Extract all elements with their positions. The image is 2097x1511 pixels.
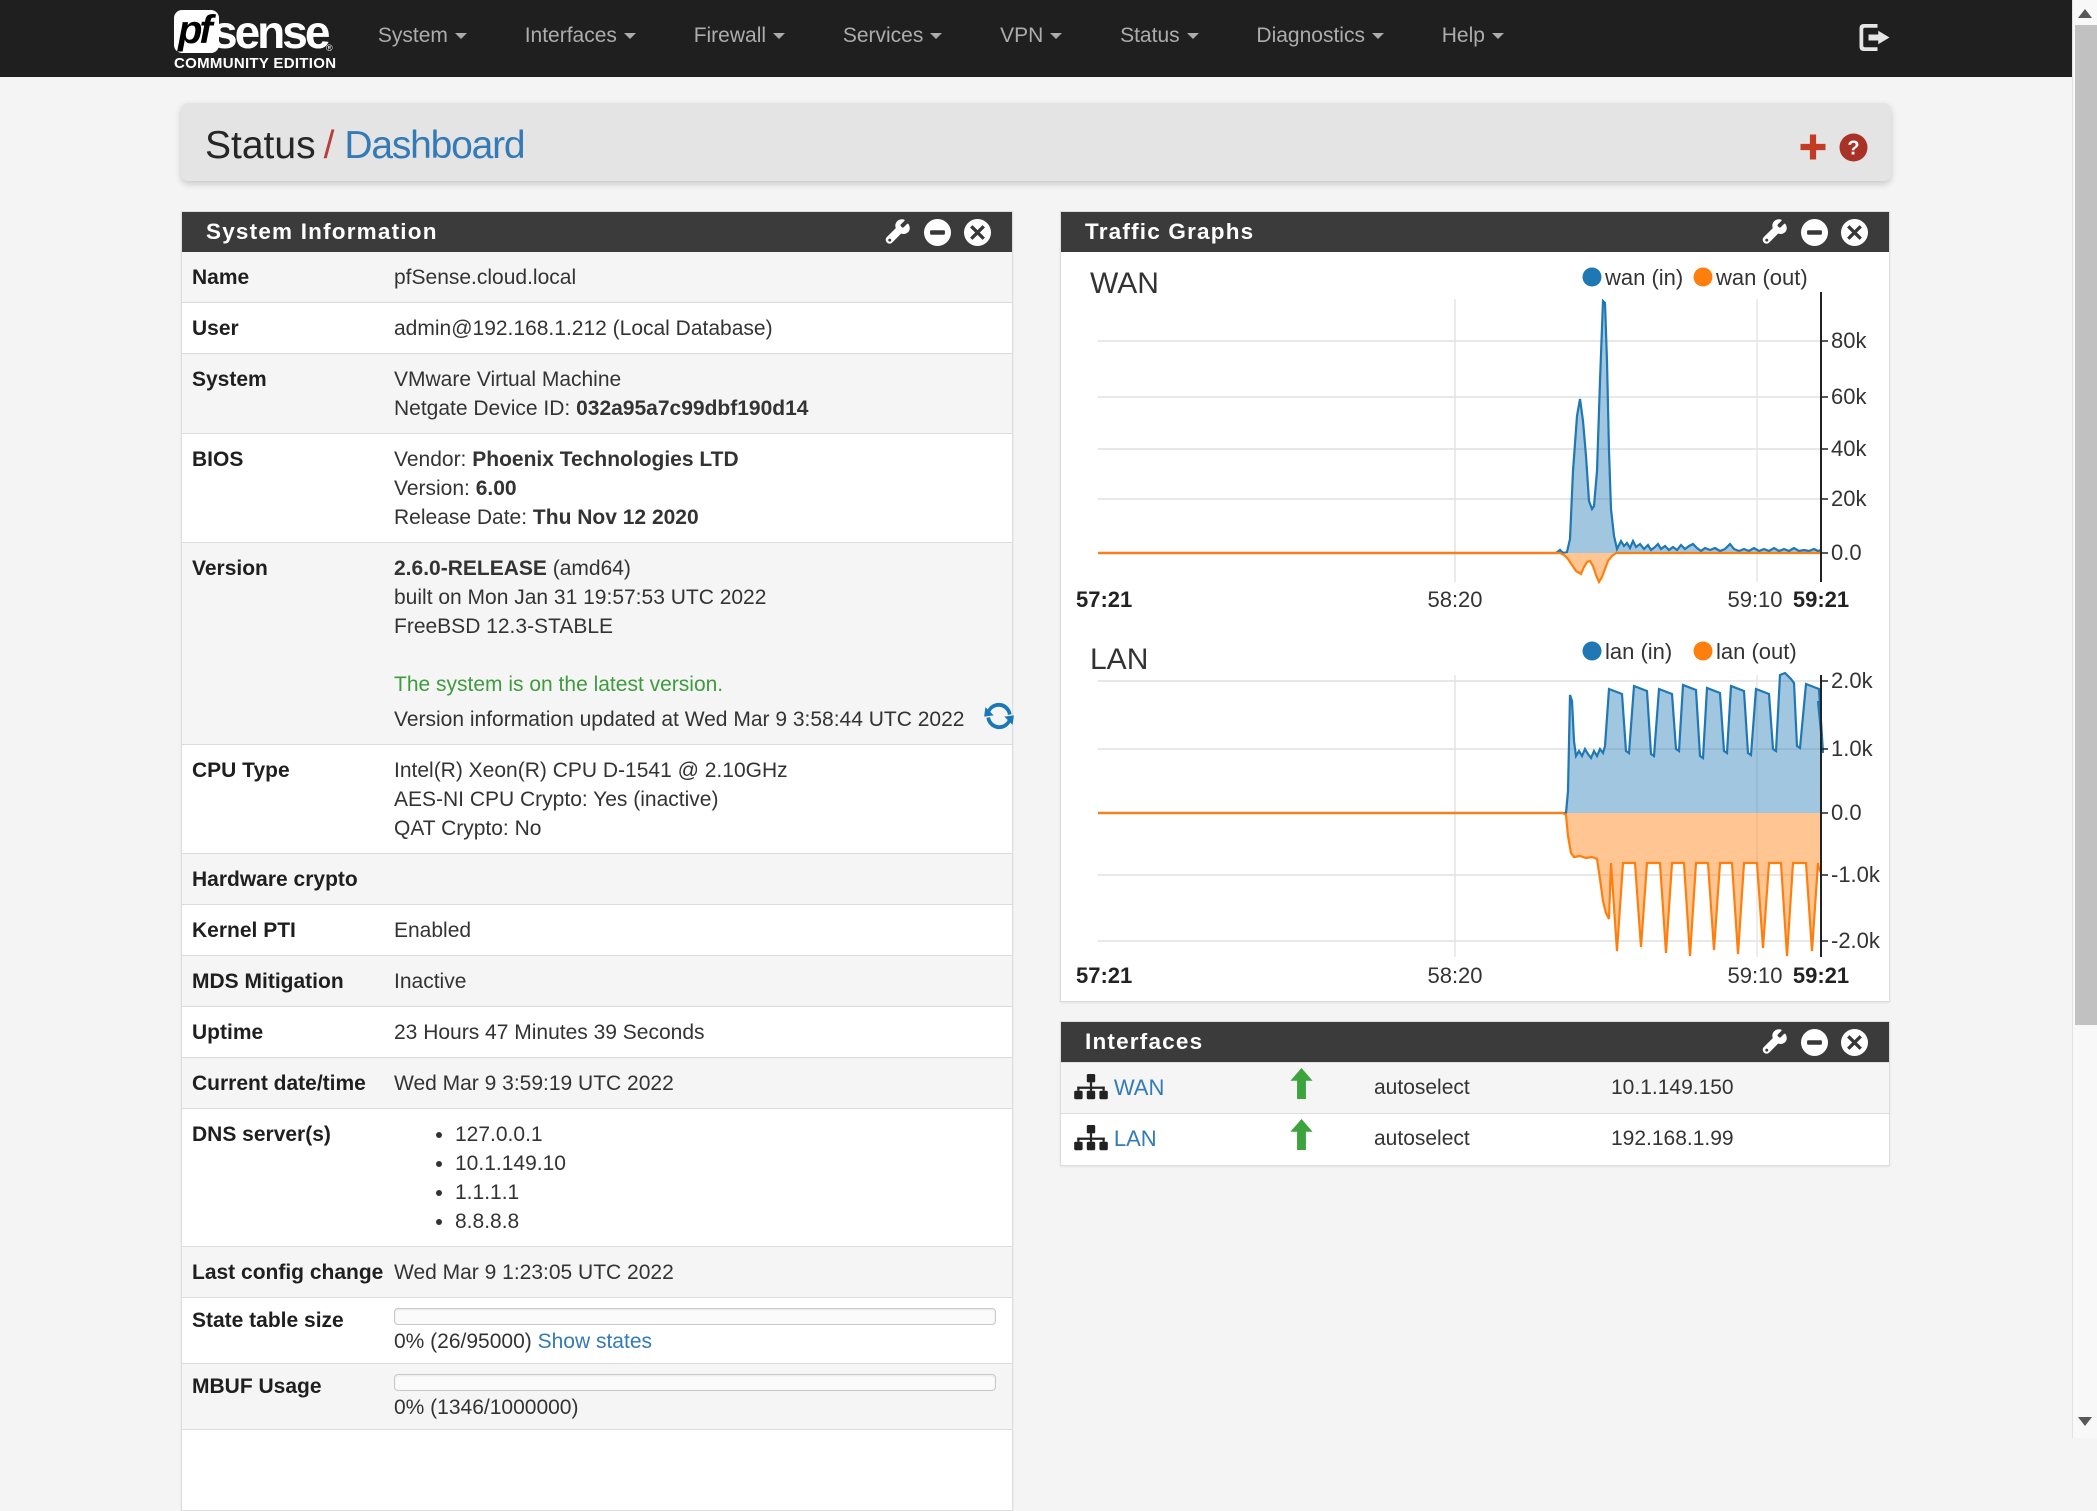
svg-text:?: ? (1847, 138, 1859, 160)
svg-text:-1.0k: -1.0k (1831, 862, 1881, 887)
svg-text:57:21: 57:21 (1076, 963, 1132, 988)
svg-text:57:21: 57:21 (1076, 587, 1132, 612)
svg-text:58:20: 58:20 (1427, 587, 1482, 612)
svg-text:LAN: LAN (1090, 643, 1148, 676)
svg-text:59:10: 59:10 (1727, 963, 1782, 988)
svg-text:WAN: WAN (1090, 267, 1159, 300)
svg-text:2.0k: 2.0k (1831, 668, 1874, 693)
svg-text:60k: 60k (1831, 384, 1867, 409)
svg-text:59:21: 59:21 (1793, 587, 1849, 612)
svg-text:20k: 20k (1831, 486, 1867, 511)
svg-text:0.0: 0.0 (1831, 800, 1862, 825)
svg-text:80k: 80k (1831, 328, 1867, 353)
svg-text:®: ® (326, 43, 333, 53)
svg-text:-2.0k: -2.0k (1831, 928, 1881, 953)
svg-text:0.0: 0.0 (1831, 540, 1862, 565)
svg-text:wan (in): wan (in) (1604, 265, 1683, 290)
svg-text:sense: sense (212, 9, 330, 55)
svg-text:40k: 40k (1831, 436, 1867, 461)
svg-text:lan (out): lan (out) (1716, 639, 1797, 664)
svg-text:wan (out): wan (out) (1715, 265, 1808, 290)
svg-text:lan (in): lan (in) (1605, 639, 1672, 664)
svg-text:58:20: 58:20 (1427, 963, 1482, 988)
svg-text:1.0k: 1.0k (1831, 736, 1874, 761)
svg-text:59:21: 59:21 (1793, 963, 1849, 988)
svg-text:59:10: 59:10 (1727, 587, 1782, 612)
